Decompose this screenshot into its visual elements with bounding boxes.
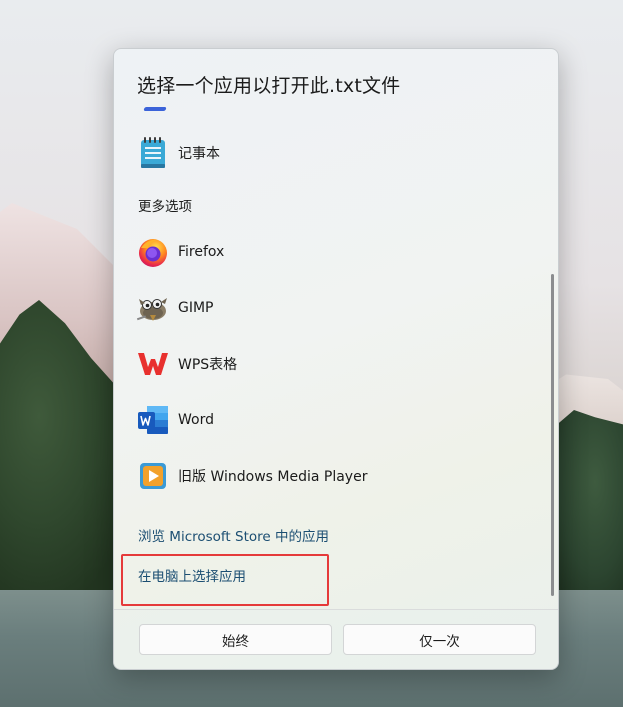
app-item-label: WPS表格 xyxy=(178,357,238,373)
firefox-icon xyxy=(136,235,170,269)
always-button[interactable]: 始终 xyxy=(139,624,332,655)
app-item-windows-media-player[interactable]: 旧版 Windows Media Player xyxy=(132,456,536,496)
open-with-dialog: 选择一个应用以打开此.txt文件 记事本 更多选项 Firefox GIMP W… xyxy=(113,48,559,670)
word-icon xyxy=(136,403,170,437)
app-item-label: 旧版 Windows Media Player xyxy=(178,469,368,485)
app-item-word[interactable]: Word xyxy=(132,400,536,440)
browse-store-link[interactable]: 浏览 Microsoft Store 中的应用 xyxy=(138,525,329,545)
app-item-label: Word xyxy=(178,412,214,428)
app-item-firefox[interactable]: Firefox xyxy=(132,232,536,272)
app-item-gimp[interactable]: GIMP xyxy=(132,288,536,328)
app-item-wps[interactable]: WPS表格 xyxy=(132,344,536,384)
dialog-title: 选择一个应用以打开此.txt文件 xyxy=(137,75,401,97)
app-item-label: 记事本 xyxy=(178,146,220,162)
dialog-footer: 始终 仅一次 xyxy=(114,609,558,669)
app-item-label: GIMP xyxy=(178,300,214,316)
windows-media-player-icon xyxy=(136,459,170,493)
gimp-icon xyxy=(136,291,170,325)
wallpaper-trees xyxy=(553,410,623,590)
just-once-button[interactable]: 仅一次 xyxy=(343,624,536,655)
scrollbar[interactable] xyxy=(551,274,554,596)
wps-icon xyxy=(136,347,170,381)
annotation-highlight-box xyxy=(121,554,329,606)
scrollbar-thumb[interactable] xyxy=(551,274,554,596)
more-options-heading: 更多选项 xyxy=(138,199,192,215)
app-item-label: Firefox xyxy=(178,244,225,260)
dialog-content: 选择一个应用以打开此.txt文件 记事本 更多选项 Firefox GIMP W… xyxy=(114,49,558,669)
partially-visible-app-icon xyxy=(143,107,167,111)
app-item-notepad[interactable]: 记事本 xyxy=(132,133,536,173)
notepad-icon xyxy=(136,136,170,170)
